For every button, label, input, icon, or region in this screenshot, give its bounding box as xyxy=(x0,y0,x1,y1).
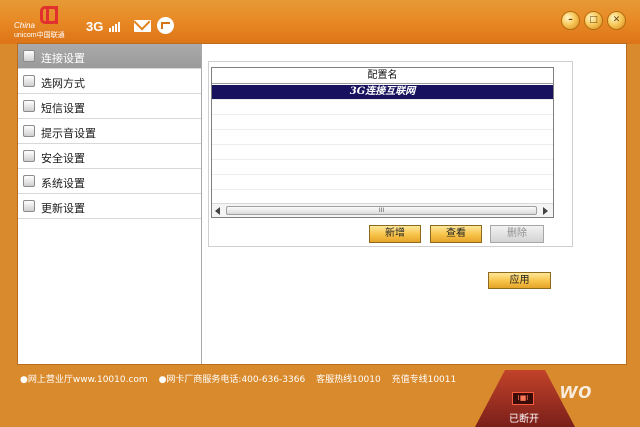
table-row-empty xyxy=(212,175,553,190)
sidebar-item-label: 安全设置 xyxy=(41,152,85,165)
settings-sidebar: 连接设置 选网方式 短信设置 提示音设置 安全设置 系统设置 更新设置 xyxy=(18,44,202,364)
title-bar: China unicom中国联通 3G – □ ✕ xyxy=(0,0,640,44)
scroll-left-icon[interactable] xyxy=(215,207,220,215)
sidebar-item-network-selection[interactable]: 选网方式 xyxy=(18,69,201,94)
sidebar-item-label: 更新设置 xyxy=(41,202,85,215)
close-icon: ✕ xyxy=(612,15,621,25)
footer-info: ●网上营业厅www.10010.com ●网卡厂商服务电话:400-636-33… xyxy=(20,372,464,385)
table-row[interactable]: 3G连接互联网 xyxy=(212,85,553,100)
network-icon xyxy=(23,75,35,87)
footer-website-link[interactable]: ●网上营业厅www.10010.com xyxy=(20,375,148,385)
sidebar-item-sound[interactable]: 提示音设置 xyxy=(18,119,201,144)
sidebar-item-update[interactable]: 更新设置 xyxy=(18,194,201,219)
refresh-icon[interactable] xyxy=(157,17,174,34)
delete-profile-button[interactable]: 删除 xyxy=(490,225,544,243)
sidebar-item-sms[interactable]: 短信设置 xyxy=(18,94,201,119)
table-row-empty xyxy=(212,160,553,175)
scroll-right-icon[interactable] xyxy=(543,207,548,215)
footer-vendor-phone: ●网卡厂商服务电话:400-636-3366 xyxy=(158,375,306,385)
minimize-button[interactable]: – xyxy=(561,11,580,30)
connection-status-label: 已断开 xyxy=(509,414,539,425)
table-row-empty xyxy=(212,145,553,160)
apply-button[interactable]: 应用 xyxy=(488,272,551,289)
close-button[interactable]: ✕ xyxy=(607,11,626,30)
sidebar-item-security[interactable]: 安全设置 xyxy=(18,144,201,169)
table-row-empty xyxy=(212,100,553,115)
sidebar-item-system[interactable]: 系统设置 xyxy=(18,169,201,194)
sidebar-item-label: 系统设置 xyxy=(41,177,85,190)
profile-table: 配置名 3G连接互联网 III xyxy=(211,67,554,218)
new-profile-button[interactable]: 新增 xyxy=(369,225,421,243)
network-type-badge: 3G xyxy=(86,19,104,34)
footer-hotline: 客服热线10010 xyxy=(316,375,381,385)
minimize-icon: – xyxy=(568,15,573,25)
footer-recharge-line: 充值专线10011 xyxy=(391,375,457,385)
restore-button[interactable]: □ xyxy=(584,11,603,30)
view-profile-button[interactable]: 查看 xyxy=(430,225,482,243)
sidebar-item-connection[interactable]: 连接设置 xyxy=(18,44,201,69)
sidebar-item-label: 提示音设置 xyxy=(41,127,96,140)
sidebar-item-label: 连接设置 xyxy=(41,52,85,65)
column-header-profile-name[interactable]: 配置名 xyxy=(212,68,553,84)
unicom-knot-icon xyxy=(40,6,58,24)
china-unicom-logo: China unicom中国联通 xyxy=(14,6,78,40)
table-row-empty xyxy=(212,130,553,145)
sms-icon xyxy=(23,100,35,112)
restore-icon: □ xyxy=(589,15,598,25)
logo-text-line2: unicom中国联通 xyxy=(14,32,65,39)
sidebar-item-label: 短信设置 xyxy=(41,102,85,115)
wo-brand-logo: wo xyxy=(560,378,593,403)
logo-text-line1: China xyxy=(14,21,35,30)
signal-icon xyxy=(109,20,123,32)
security-icon xyxy=(23,150,35,162)
connection-icon xyxy=(23,50,35,62)
system-icon xyxy=(23,175,35,187)
speaker-icon xyxy=(23,125,35,137)
scroll-thumb[interactable]: III xyxy=(226,206,537,215)
mail-icon[interactable] xyxy=(134,20,151,32)
disconnected-icon: I■I xyxy=(512,392,534,405)
table-row-empty xyxy=(212,115,553,130)
horizontal-scrollbar[interactable]: III xyxy=(212,203,553,217)
update-icon xyxy=(23,200,35,212)
profile-group: 配置名 3G连接互联网 III 新增 查看 删除 xyxy=(208,61,573,247)
sidebar-item-label: 选网方式 xyxy=(41,77,85,90)
settings-panel: 连接设置 选网方式 短信设置 提示音设置 安全设置 系统设置 更新设置 配置名 xyxy=(17,43,627,365)
